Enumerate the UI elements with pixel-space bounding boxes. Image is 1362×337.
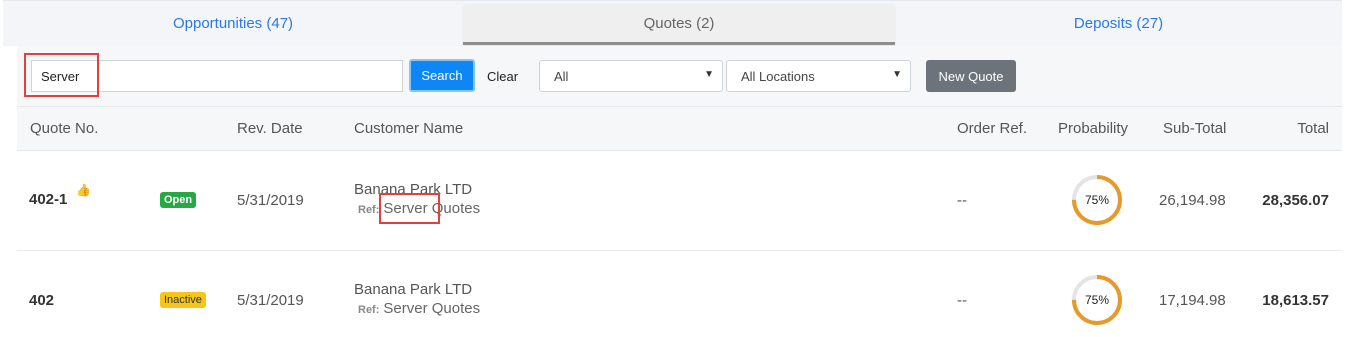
rev-date: 5/31/2019 <box>237 192 304 209</box>
caret-down-icon: ▼ <box>892 69 902 80</box>
table-header: Quote No. Rev. Date Customer Name Order … <box>17 106 1342 151</box>
caret-down-icon: ▼ <box>704 69 714 80</box>
location-select-value: All Locations <box>741 68 815 84</box>
ref-highlight: Server <box>383 200 428 217</box>
header-quote-no[interactable]: Quote No. <box>30 120 98 137</box>
order-ref: -- <box>957 292 967 309</box>
header-total[interactable]: Total <box>1297 120 1329 137</box>
quote-number-text: 402 <box>29 292 55 309</box>
location-select[interactable]: All Locations ▼ <box>726 60 911 92</box>
probability-ring: 75% <box>1071 274 1123 326</box>
header-rev-date[interactable]: Rev. Date <box>237 120 303 137</box>
table-row[interactable]: 402 Inactive 5/31/2019 Banana Park LTD R… <box>17 251 1342 337</box>
clear-button[interactable]: Clear <box>487 60 518 92</box>
ref-highlight: Server <box>383 300 428 317</box>
header-customer-name[interactable]: Customer Name <box>354 120 463 137</box>
status-select[interactable]: All ▼ <box>539 60 723 92</box>
sub-total: 26,194.98 <box>1159 192 1226 209</box>
customer-cell: Banana Park LTD Ref: Server Quotes <box>354 281 480 317</box>
order-ref: -- <box>957 192 967 209</box>
table-row[interactable]: 402-1 👍 Open 5/31/2019 Banana Park LTD R… <box>17 151 1342 251</box>
new-quote-button[interactable]: New Quote <box>926 60 1016 92</box>
tab-bar: Opportunities (47) Quotes (2) Deposits (… <box>3 0 1342 46</box>
header-sub-total[interactable]: Sub-Total <box>1163 120 1226 137</box>
search-input[interactable] <box>31 60 403 92</box>
header-order-ref[interactable]: Order Ref. <box>957 120 1027 137</box>
tab-opportunities[interactable]: Opportunities (47) <box>3 1 463 45</box>
customer-cell: Banana Park LTD Ref: Server Quotes <box>354 181 480 217</box>
search-button[interactable]: Search <box>409 59 475 92</box>
status-select-value: All <box>554 68 569 84</box>
ref-label: Ref: <box>358 204 380 216</box>
probability-ring: 75% <box>1071 174 1123 226</box>
status-badge: Open <box>160 192 197 208</box>
ref-rest: Quotes <box>431 300 481 317</box>
header-probability[interactable]: Probability <box>1058 120 1128 137</box>
quote-number-text: 402-1 <box>29 191 68 208</box>
filter-toolbar: Search Clear All ▼ All Locations ▼ New Q… <box>17 46 1342 106</box>
ref-rest: Quotes <box>431 200 481 217</box>
quote-reference: Ref: Server Quotes <box>354 200 480 217</box>
thumbs-up-icon: 👍 <box>76 183 91 197</box>
tab-deposits[interactable]: Deposits (27) <box>895 1 1342 45</box>
quote-number[interactable]: 402-1 👍 <box>29 183 91 208</box>
customer-name[interactable]: Banana Park LTD <box>354 281 480 298</box>
rev-date: 5/31/2019 <box>237 292 304 309</box>
tab-quotes[interactable]: Quotes (2) <box>463 4 895 45</box>
probability-value: 75% <box>1084 193 1110 207</box>
probability-value: 75% <box>1084 293 1110 307</box>
quote-number[interactable]: 402 <box>29 292 54 309</box>
total: 18,613.57 <box>1262 292 1329 309</box>
status-badge: Inactive <box>160 292 206 308</box>
customer-name[interactable]: Banana Park LTD <box>354 181 480 198</box>
ref-label: Ref: <box>358 304 380 316</box>
sub-total: 17,194.98 <box>1159 292 1226 309</box>
quote-reference: Ref: Server Quotes <box>354 300 480 317</box>
total: 28,356.07 <box>1262 192 1329 209</box>
